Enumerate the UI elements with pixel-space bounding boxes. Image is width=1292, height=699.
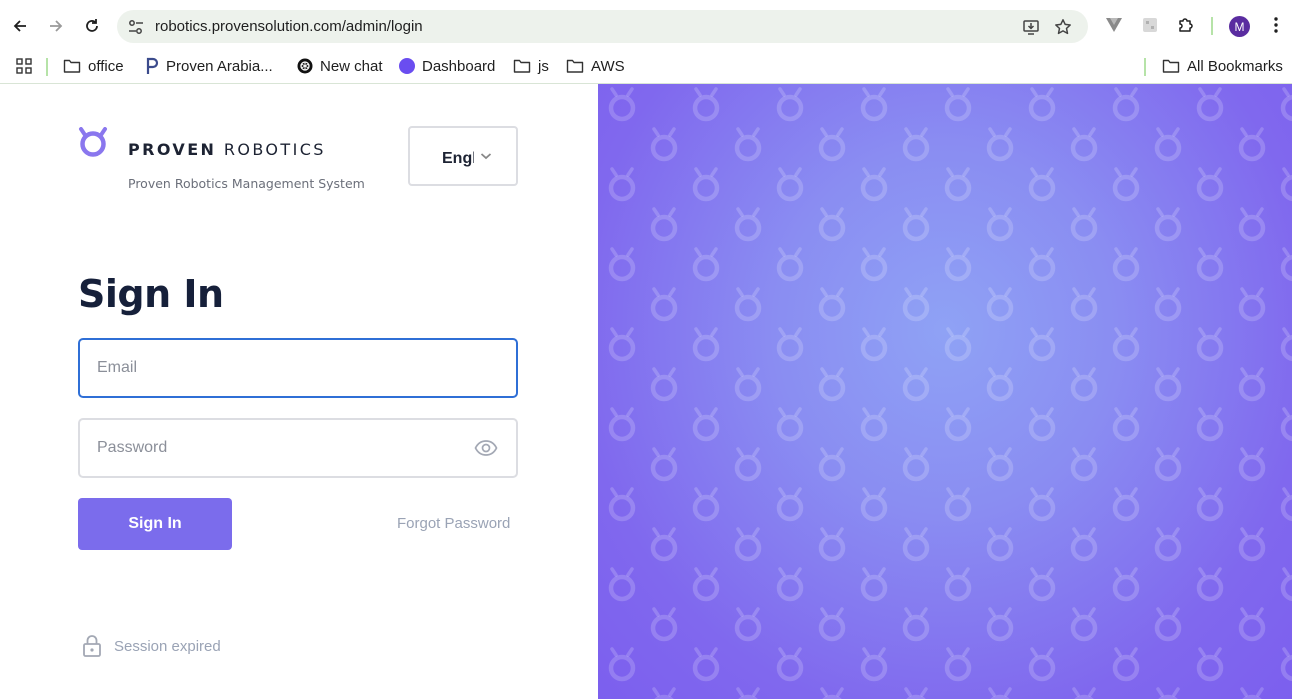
bookmark-star-icon[interactable] [1054,18,1072,36]
email-field[interactable] [78,338,518,398]
bookmark-label: New chat [320,57,383,75]
site-settings-icon[interactable] [127,18,145,36]
dashboard-favicon-icon [399,58,415,74]
brand-subtitle: Proven Robotics Management System [128,176,365,191]
bookmark-aws[interactable]: AWS [566,53,625,79]
bookmarks-divider [46,58,48,76]
session-status: Session expired [82,634,221,658]
bookmark-label: office [88,57,124,75]
bookmark-label: Proven Arabia... [166,57,273,75]
bookmark-dashboard[interactable]: Dashboard [399,53,495,79]
language-selected: English [442,150,474,167]
chevron-down-icon [480,153,492,160]
brand-name: PROVEN ROBOTICS [128,140,326,159]
install-app-icon[interactable] [1022,18,1040,36]
address-bar[interactable]: robotics.provensolution.com/admin/login [117,10,1088,43]
eye-icon[interactable] [474,439,498,457]
vuejs-extension-icon[interactable] [1103,14,1125,36]
forward-arrow-icon [50,20,63,32]
forward-button[interactable] [43,13,69,39]
folder-icon [513,59,531,73]
browser-menu-icon[interactable] [1265,14,1287,36]
profile-avatar[interactable]: M [1229,16,1250,37]
extensions-puzzle-icon[interactable] [1175,14,1197,36]
folder-icon [63,59,81,73]
sign-in-button[interactable]: Sign In [78,498,232,550]
folder-icon [1162,59,1180,73]
bookmark-office[interactable]: office [63,53,124,79]
login-panel: PROVEN ROBOTICS Proven Robotics Manageme… [0,84,598,699]
bookmark-new-chat[interactable]: New chat [297,53,383,79]
page-title: Sign In [78,272,224,316]
openai-icon [297,58,313,74]
url-text: robotics.provensolution.com/admin/login [155,18,423,35]
bookmark-proven-arabia[interactable]: Proven Arabia... [145,53,273,79]
extension-icon[interactable] [1139,14,1161,36]
brand-name-bold: PROVEN [128,140,217,159]
bookmark-label: js [538,57,549,75]
back-button[interactable] [7,13,33,39]
folder-icon [566,59,584,73]
logo-pattern-background [598,84,1292,699]
reload-icon [86,19,98,32]
bookmark-label: Dashboard [422,57,496,75]
bookmarks-divider [1144,58,1146,76]
toolbar-divider [1211,17,1213,35]
password-input[interactable] [80,420,516,476]
all-bookmarks-label: All Bookmarks [1187,57,1283,75]
lock-icon [83,635,101,657]
back-arrow-icon [13,20,26,32]
apps-grid-icon [16,58,32,74]
all-bookmarks-button[interactable]: All Bookmarks [1162,53,1283,79]
language-select[interactable]: English [408,126,518,186]
apps-grid-button[interactable] [15,53,33,79]
password-field[interactable] [78,418,518,478]
bookmarks-bar: office Proven Arabia... New chat Dashboa… [0,50,1292,84]
bookmark-label: AWS [591,57,625,75]
proven-robotics-logo-icon [79,127,107,157]
forgot-password-link[interactable]: Forgot Password [397,515,510,532]
email-input[interactable] [80,340,516,396]
session-status-text: Session expired [114,637,221,655]
proven-favicon-icon [146,57,159,74]
browser-toolbar: robotics.provensolution.com/admin/login … [0,0,1292,50]
reload-button[interactable] [79,13,105,39]
login-page: PROVEN ROBOTICS Proven Robotics Manageme… [0,84,1292,699]
brand-pattern-panel [598,84,1292,699]
bookmark-js[interactable]: js [513,53,549,79]
brand-name-light: ROBOTICS [223,140,326,159]
